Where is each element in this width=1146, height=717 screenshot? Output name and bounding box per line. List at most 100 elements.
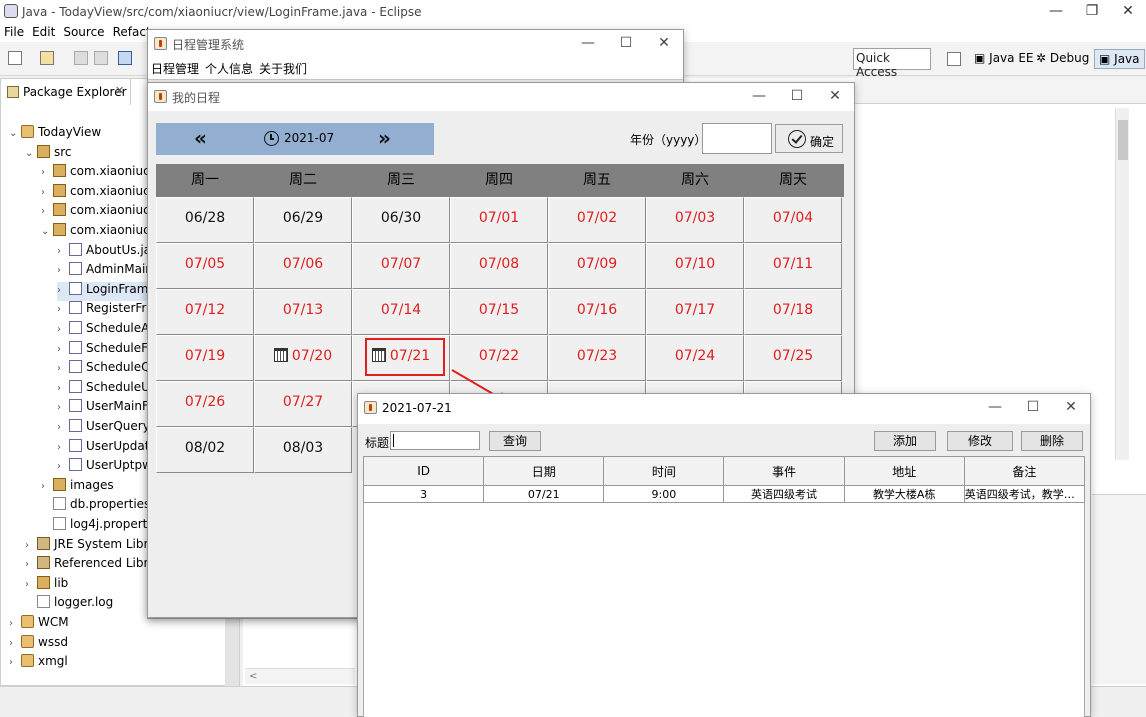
chevron-right-icon[interactable]: ›: [41, 481, 53, 492]
calendar-day-cell[interactable]: 07/07: [352, 243, 450, 289]
perspective-debug[interactable]: ✲ Debug: [1036, 51, 1089, 65]
prev-month-button[interactable]: «: [194, 126, 207, 150]
chevron-right-icon[interactable]: ›: [57, 461, 69, 472]
calendar-day-cell[interactable]: 07/14: [352, 289, 450, 335]
calendar-day-cell[interactable]: 07/26: [156, 381, 254, 427]
chevron-right-icon[interactable]: ›: [57, 304, 69, 315]
chevron-right-icon[interactable]: ›: [57, 285, 69, 296]
edit-button[interactable]: 修改: [947, 431, 1013, 451]
calendar-day-cell[interactable]: 07/17: [646, 289, 744, 335]
menu-about-us[interactable]: 关于我们: [256, 58, 310, 80]
minimize-icon[interactable]: —: [740, 83, 778, 111]
delete-button[interactable]: 删除: [1021, 431, 1083, 451]
calendar-day-cell[interactable]: 06/28: [156, 197, 254, 243]
tree-item[interactable]: › wssd: [9, 634, 233, 654]
chevron-right-icon[interactable]: ›: [41, 167, 53, 178]
new-folder-icon[interactable]: [40, 51, 54, 65]
chevron-right-icon[interactable]: ›: [25, 579, 37, 590]
editor-scrollbar[interactable]: [1115, 108, 1129, 460]
calendar-day-cell[interactable]: 07/13: [254, 289, 352, 335]
add-button[interactable]: 添加: [874, 431, 936, 451]
calendar-day-cell[interactable]: 07/18: [744, 289, 842, 335]
chevron-right-icon[interactable]: ›: [57, 363, 69, 374]
calendar-day-cell[interactable]: 07/01: [450, 197, 548, 243]
calendar-day-cell[interactable]: 07/06: [254, 243, 352, 289]
title-filter-input[interactable]: [390, 431, 480, 450]
table-row[interactable]: 3 07/21 9:00 英语四级考试 教学大楼A栋 英语四级考试，教学大...: [362, 485, 1086, 503]
tree-item[interactable]: › xmgl: [9, 654, 233, 673]
close-icon[interactable]: ✕: [816, 83, 854, 111]
chevron-right-icon[interactable]: ›: [57, 344, 69, 355]
menu-personal-info[interactable]: 个人信息: [202, 58, 256, 80]
calendar-day-cell[interactable]: 07/23: [548, 335, 646, 381]
minimize-icon[interactable]: —: [1038, 0, 1074, 24]
save-icon[interactable]: [74, 51, 88, 65]
calendar-day-cell[interactable]: 07/24: [646, 335, 744, 381]
calendar-day-cell[interactable]: 07/27: [254, 381, 352, 427]
open-perspective-icon[interactable]: [947, 52, 961, 66]
calendar-day-cell[interactable]: 07/10: [646, 243, 744, 289]
calendar-day-cell[interactable]: 07/04: [744, 197, 842, 243]
calendar-day-cell[interactable]: 08/03: [254, 427, 352, 473]
horizontal-scrollbar[interactable]: <: [245, 668, 355, 684]
chevron-right-icon[interactable]: ›: [57, 265, 69, 276]
chevron-right-icon[interactable]: ›: [9, 638, 21, 649]
maximize-icon[interactable]: ☐: [778, 83, 816, 111]
maximize-icon[interactable]: ☐: [607, 30, 645, 58]
chevron-right-icon[interactable]: ›: [25, 559, 37, 570]
chevron-down-icon[interactable]: ⌄: [9, 128, 21, 139]
next-month-button[interactable]: »: [378, 126, 391, 150]
table-column-header[interactable]: 事件: [723, 456, 845, 486]
table-column-header[interactable]: 地址: [843, 456, 965, 486]
table-column-header[interactable]: 备注: [963, 456, 1086, 486]
calendar-day-cell[interactable]: 08/02: [156, 427, 254, 473]
chevron-down-icon[interactable]: ⌄: [41, 226, 53, 237]
calendar-day-cell[interactable]: 07/20: [254, 335, 352, 381]
year-input[interactable]: [702, 123, 772, 154]
query-button[interactable]: 查询: [489, 431, 541, 451]
chevron-right-icon[interactable]: ›: [41, 187, 53, 198]
close-icon[interactable]: ✕: [645, 30, 683, 58]
menu-source[interactable]: Source: [59, 24, 108, 40]
calendar-day-cell[interactable]: 07/03: [646, 197, 744, 243]
calendar-day-cell[interactable]: 07/09: [548, 243, 646, 289]
table-column-header[interactable]: 时间: [603, 456, 725, 486]
calendar-day-cell[interactable]: 07/21: [352, 335, 450, 381]
chevron-right-icon[interactable]: ›: [41, 206, 53, 217]
minimize-icon[interactable]: —: [976, 394, 1014, 422]
confirm-button[interactable]: 确定: [775, 124, 843, 153]
menu-schedule-management[interactable]: 日程管理: [148, 58, 202, 80]
calendar-day-cell[interactable]: 06/30: [352, 197, 450, 243]
chevron-right-icon[interactable]: ›: [57, 246, 69, 257]
minimize-icon[interactable]: —: [569, 30, 607, 58]
menu-file[interactable]: File: [0, 24, 28, 40]
chevron-right-icon[interactable]: ›: [25, 540, 37, 551]
calendar-day-cell[interactable]: 07/02: [548, 197, 646, 243]
chevron-right-icon[interactable]: ›: [9, 618, 21, 629]
table-column-header[interactable]: ID: [362, 456, 485, 486]
chevron-down-icon[interactable]: ⌄: [25, 148, 37, 159]
maximize-icon[interactable]: ☐: [1014, 394, 1052, 422]
new-icon[interactable]: [8, 51, 22, 65]
table-column-header[interactable]: 日期: [483, 456, 605, 486]
calendar-day-cell[interactable]: 07/08: [450, 243, 548, 289]
chevron-right-icon[interactable]: ›: [57, 402, 69, 413]
calendar-day-cell[interactable]: 07/16: [548, 289, 646, 335]
perspective-java-ee[interactable]: ▣ Java EE: [974, 51, 1033, 65]
calendar-day-cell[interactable]: 07/12: [156, 289, 254, 335]
package-explorer-tab[interactable]: Package Explorer ✕: [1, 79, 131, 105]
close-icon[interactable]: ✕: [1052, 394, 1090, 422]
chevron-right-icon[interactable]: ›: [9, 657, 21, 668]
chevron-right-icon[interactable]: ›: [57, 324, 69, 335]
close-icon[interactable]: ✕: [1110, 0, 1146, 24]
calendar-day-cell[interactable]: 07/15: [450, 289, 548, 335]
calendar-day-cell[interactable]: 07/05: [156, 243, 254, 289]
calendar-day-cell[interactable]: 07/25: [744, 335, 842, 381]
calendar-day-cell[interactable]: 07/11: [744, 243, 842, 289]
menu-edit[interactable]: Edit: [28, 24, 59, 40]
chevron-right-icon[interactable]: ›: [57, 442, 69, 453]
quick-access-input[interactable]: Quick Access: [853, 48, 931, 79]
restore-icon[interactable]: ❐: [1074, 0, 1110, 24]
calendar-day-cell[interactable]: 07/19: [156, 335, 254, 381]
editor-scrollbar-thumb[interactable]: [1118, 120, 1128, 160]
